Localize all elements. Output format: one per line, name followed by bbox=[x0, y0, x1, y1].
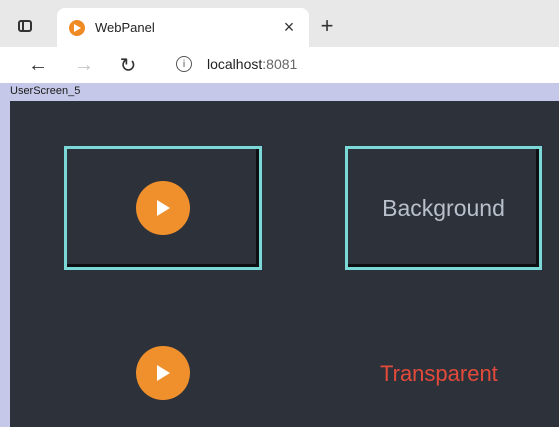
navigation-bar: ← → ↻ i localhost:8081 bbox=[0, 47, 559, 83]
close-tab-icon[interactable]: × bbox=[275, 14, 303, 42]
background-label: Background bbox=[382, 194, 505, 221]
new-tab-button[interactable]: + bbox=[313, 12, 341, 40]
play-favicon-icon bbox=[69, 19, 85, 36]
screen-label: UserScreen_5 bbox=[10, 85, 81, 97]
browser-tab[interactable]: WebPanel × bbox=[57, 8, 309, 47]
play-icon[interactable] bbox=[136, 346, 190, 400]
tab-actions-button[interactable] bbox=[8, 12, 42, 40]
transparent-label[interactable]: Transparent bbox=[380, 361, 498, 387]
background-tile[interactable]: Background bbox=[345, 146, 542, 270]
window-icon bbox=[18, 20, 32, 32]
reload-icon[interactable]: ↻ bbox=[114, 51, 142, 79]
tab-title: WebPanel bbox=[95, 20, 155, 35]
forward-arrow-icon[interactable]: → bbox=[70, 51, 98, 79]
url-port: :8081 bbox=[262, 56, 298, 72]
back-arrow-icon[interactable]: ← bbox=[24, 51, 52, 79]
address-bar[interactable]: localhost:8081 bbox=[207, 56, 297, 72]
site-info-icon[interactable]: i bbox=[176, 56, 192, 72]
tab-strip: WebPanel × + bbox=[0, 0, 559, 47]
url-host: localhost bbox=[207, 56, 263, 72]
screen-label-bar: UserScreen_5 bbox=[0, 83, 559, 101]
play-icon[interactable] bbox=[136, 181, 190, 235]
page-left-edge bbox=[0, 101, 10, 427]
